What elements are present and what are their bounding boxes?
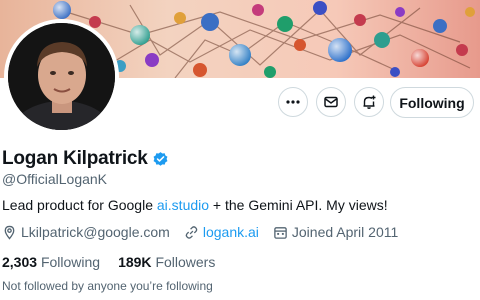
bio-text-start: Lead product for Google [2, 197, 157, 213]
following-button[interactable]: Following [390, 87, 474, 118]
followed-by-text: Not followed by anyone you’re following [2, 279, 213, 293]
avatar[interactable] [4, 19, 119, 134]
following-count: 2,303 [2, 254, 38, 270]
verified-badge-icon[interactable] [152, 151, 169, 168]
bell-plus-icon [363, 95, 376, 109]
bio-link[interactable]: ai.studio [157, 197, 209, 213]
link-icon [185, 225, 198, 239]
bio-text-end: + the Gemini API. My views! [209, 197, 388, 213]
message-button[interactable] [316, 87, 346, 117]
joined-item: Joined April 2011 [273, 224, 398, 240]
joined-date: Joined April 2011 [291, 224, 399, 240]
website-item[interactable]: logank.ai [184, 224, 259, 240]
name-row: Logan Kilpatrick [2, 148, 169, 170]
location-pin-icon [4, 225, 15, 240]
more-button[interactable] [278, 87, 308, 117]
profile-photo [8, 23, 115, 130]
location-text: Lkilpatrick@google.com [21, 224, 170, 240]
more-icon [286, 100, 300, 104]
following-count-link[interactable]: 2,303 Following [2, 254, 100, 270]
followers-label: Followers [155, 254, 216, 270]
notify-button[interactable] [354, 87, 384, 117]
followers-count-link[interactable]: 189K Followers [118, 254, 215, 270]
location-item: Lkilpatrick@google.com [2, 224, 170, 240]
bio: Lead product for Google ai.studio + the … [2, 197, 388, 213]
user-handle: @OfficialLoganK [2, 171, 108, 187]
display-name: Logan Kilpatrick [2, 148, 148, 169]
following-label: Following [40, 254, 101, 270]
followers-count: 189K [118, 254, 152, 270]
profile-meta: Lkilpatrick@google.com logank.ai Joined … [2, 224, 412, 240]
message-icon [324, 96, 338, 108]
website-link[interactable]: logank.ai [203, 224, 259, 240]
calendar-icon [274, 226, 287, 239]
follow-counts: 2,303 Following 189K Followers [2, 254, 233, 270]
